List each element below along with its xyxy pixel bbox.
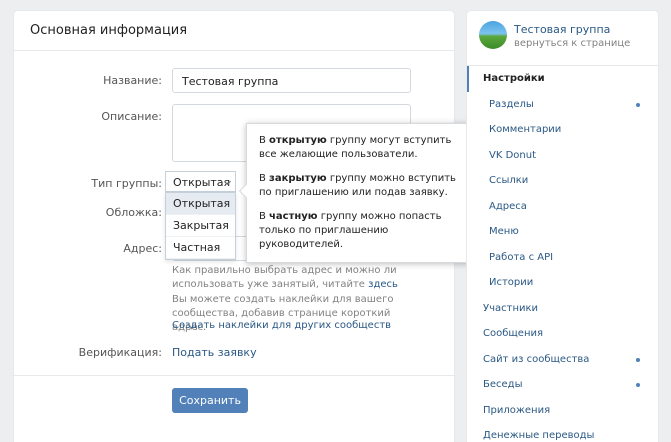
- group-type-select[interactable]: Открытая: [165, 171, 236, 192]
- dropdown-option-private[interactable]: Частная: [166, 237, 235, 259]
- verification-label: Верификация:: [78, 346, 162, 359]
- group-type-dropdown: Открытая Закрытая Частная: [165, 192, 236, 260]
- address-hint: Как правильно выбрать адрес и можно ли и…: [172, 265, 398, 290]
- sidebar-item-chats[interactable]: Беседы: [467, 372, 658, 398]
- back-to-page-link[interactable]: вернуться к странице: [514, 38, 630, 49]
- tooltip-closed-text: В закрытую группу можно вступить по приг…: [259, 173, 456, 198]
- sidebar-item-links[interactable]: Ссылки: [467, 168, 658, 194]
- sidebar-item-apps[interactable]: Приложения: [467, 398, 658, 424]
- sidebar-item-money-transfers[interactable]: Денежные переводы: [467, 423, 658, 442]
- name-label: Название:: [103, 74, 162, 87]
- divider: [14, 375, 454, 376]
- group-type-value: Открытая: [173, 176, 231, 189]
- tooltip-arrow: [238, 183, 254, 199]
- name-input[interactable]: Тестовая группа: [172, 68, 411, 93]
- sidebar-item-sections[interactable]: Разделы: [467, 92, 658, 118]
- settings-sidebar: Тестовая группа вернуться к странице Нас…: [467, 11, 658, 442]
- sidebar-item-comments[interactable]: Комментарии: [467, 117, 658, 143]
- new-indicator-dot: [636, 383, 640, 387]
- dropdown-option-closed[interactable]: Закрытая: [166, 215, 235, 237]
- cover-label: Обложка:: [105, 206, 162, 219]
- tooltip-private-text: В частную группу можно попасть только по…: [259, 211, 442, 250]
- sidebar-item-menu[interactable]: Меню: [467, 219, 658, 245]
- new-indicator-dot: [636, 102, 640, 107]
- sidebar-item-messages[interactable]: Сообщения: [467, 321, 658, 347]
- group-type-label: Тип группы:: [91, 177, 162, 190]
- main-settings-panel: Основная информация Название: Тестовая г…: [14, 11, 474, 442]
- sidebar-item-vk-donut[interactable]: VK Donut: [467, 143, 658, 169]
- tooltip-open-text: В открытую группу могут вступить все жел…: [259, 135, 452, 160]
- address-help-link[interactable]: здесь: [368, 279, 398, 290]
- create-stickers-link[interactable]: Создать наклейки для других сообществ: [172, 320, 391, 331]
- verification-request-link[interactable]: Подать заявку: [172, 346, 257, 359]
- group-name[interactable]: Тестовая группа: [514, 23, 610, 36]
- save-button[interactable]: Сохранить: [172, 388, 248, 413]
- description-label: Описание:: [101, 110, 162, 123]
- sidebar-item-community-site[interactable]: Сайт из сообщества: [467, 347, 658, 373]
- group-type-tooltip: В открытую группу могут вступить все жел…: [238, 123, 474, 263]
- sidebar-item-addresses[interactable]: Адреса: [467, 194, 658, 220]
- dropdown-option-open[interactable]: Открытая: [166, 193, 235, 215]
- group-avatar[interactable]: [479, 21, 507, 49]
- sidebar-menu: Настройки Разделы Комментарии VK Donut С…: [467, 66, 658, 442]
- group-header[interactable]: Тестовая группа вернуться к странице: [467, 11, 658, 66]
- new-indicator-dot: [636, 357, 640, 362]
- sidebar-item-stories[interactable]: Истории: [467, 270, 658, 296]
- panel-title: Основная информация: [14, 11, 454, 51]
- sidebar-item-members[interactable]: Участники: [467, 296, 658, 322]
- sidebar-item-api[interactable]: Работа с API: [467, 245, 658, 271]
- sidebar-item-settings[interactable]: Настройки: [467, 66, 658, 92]
- address-label: Адрес:: [123, 242, 162, 255]
